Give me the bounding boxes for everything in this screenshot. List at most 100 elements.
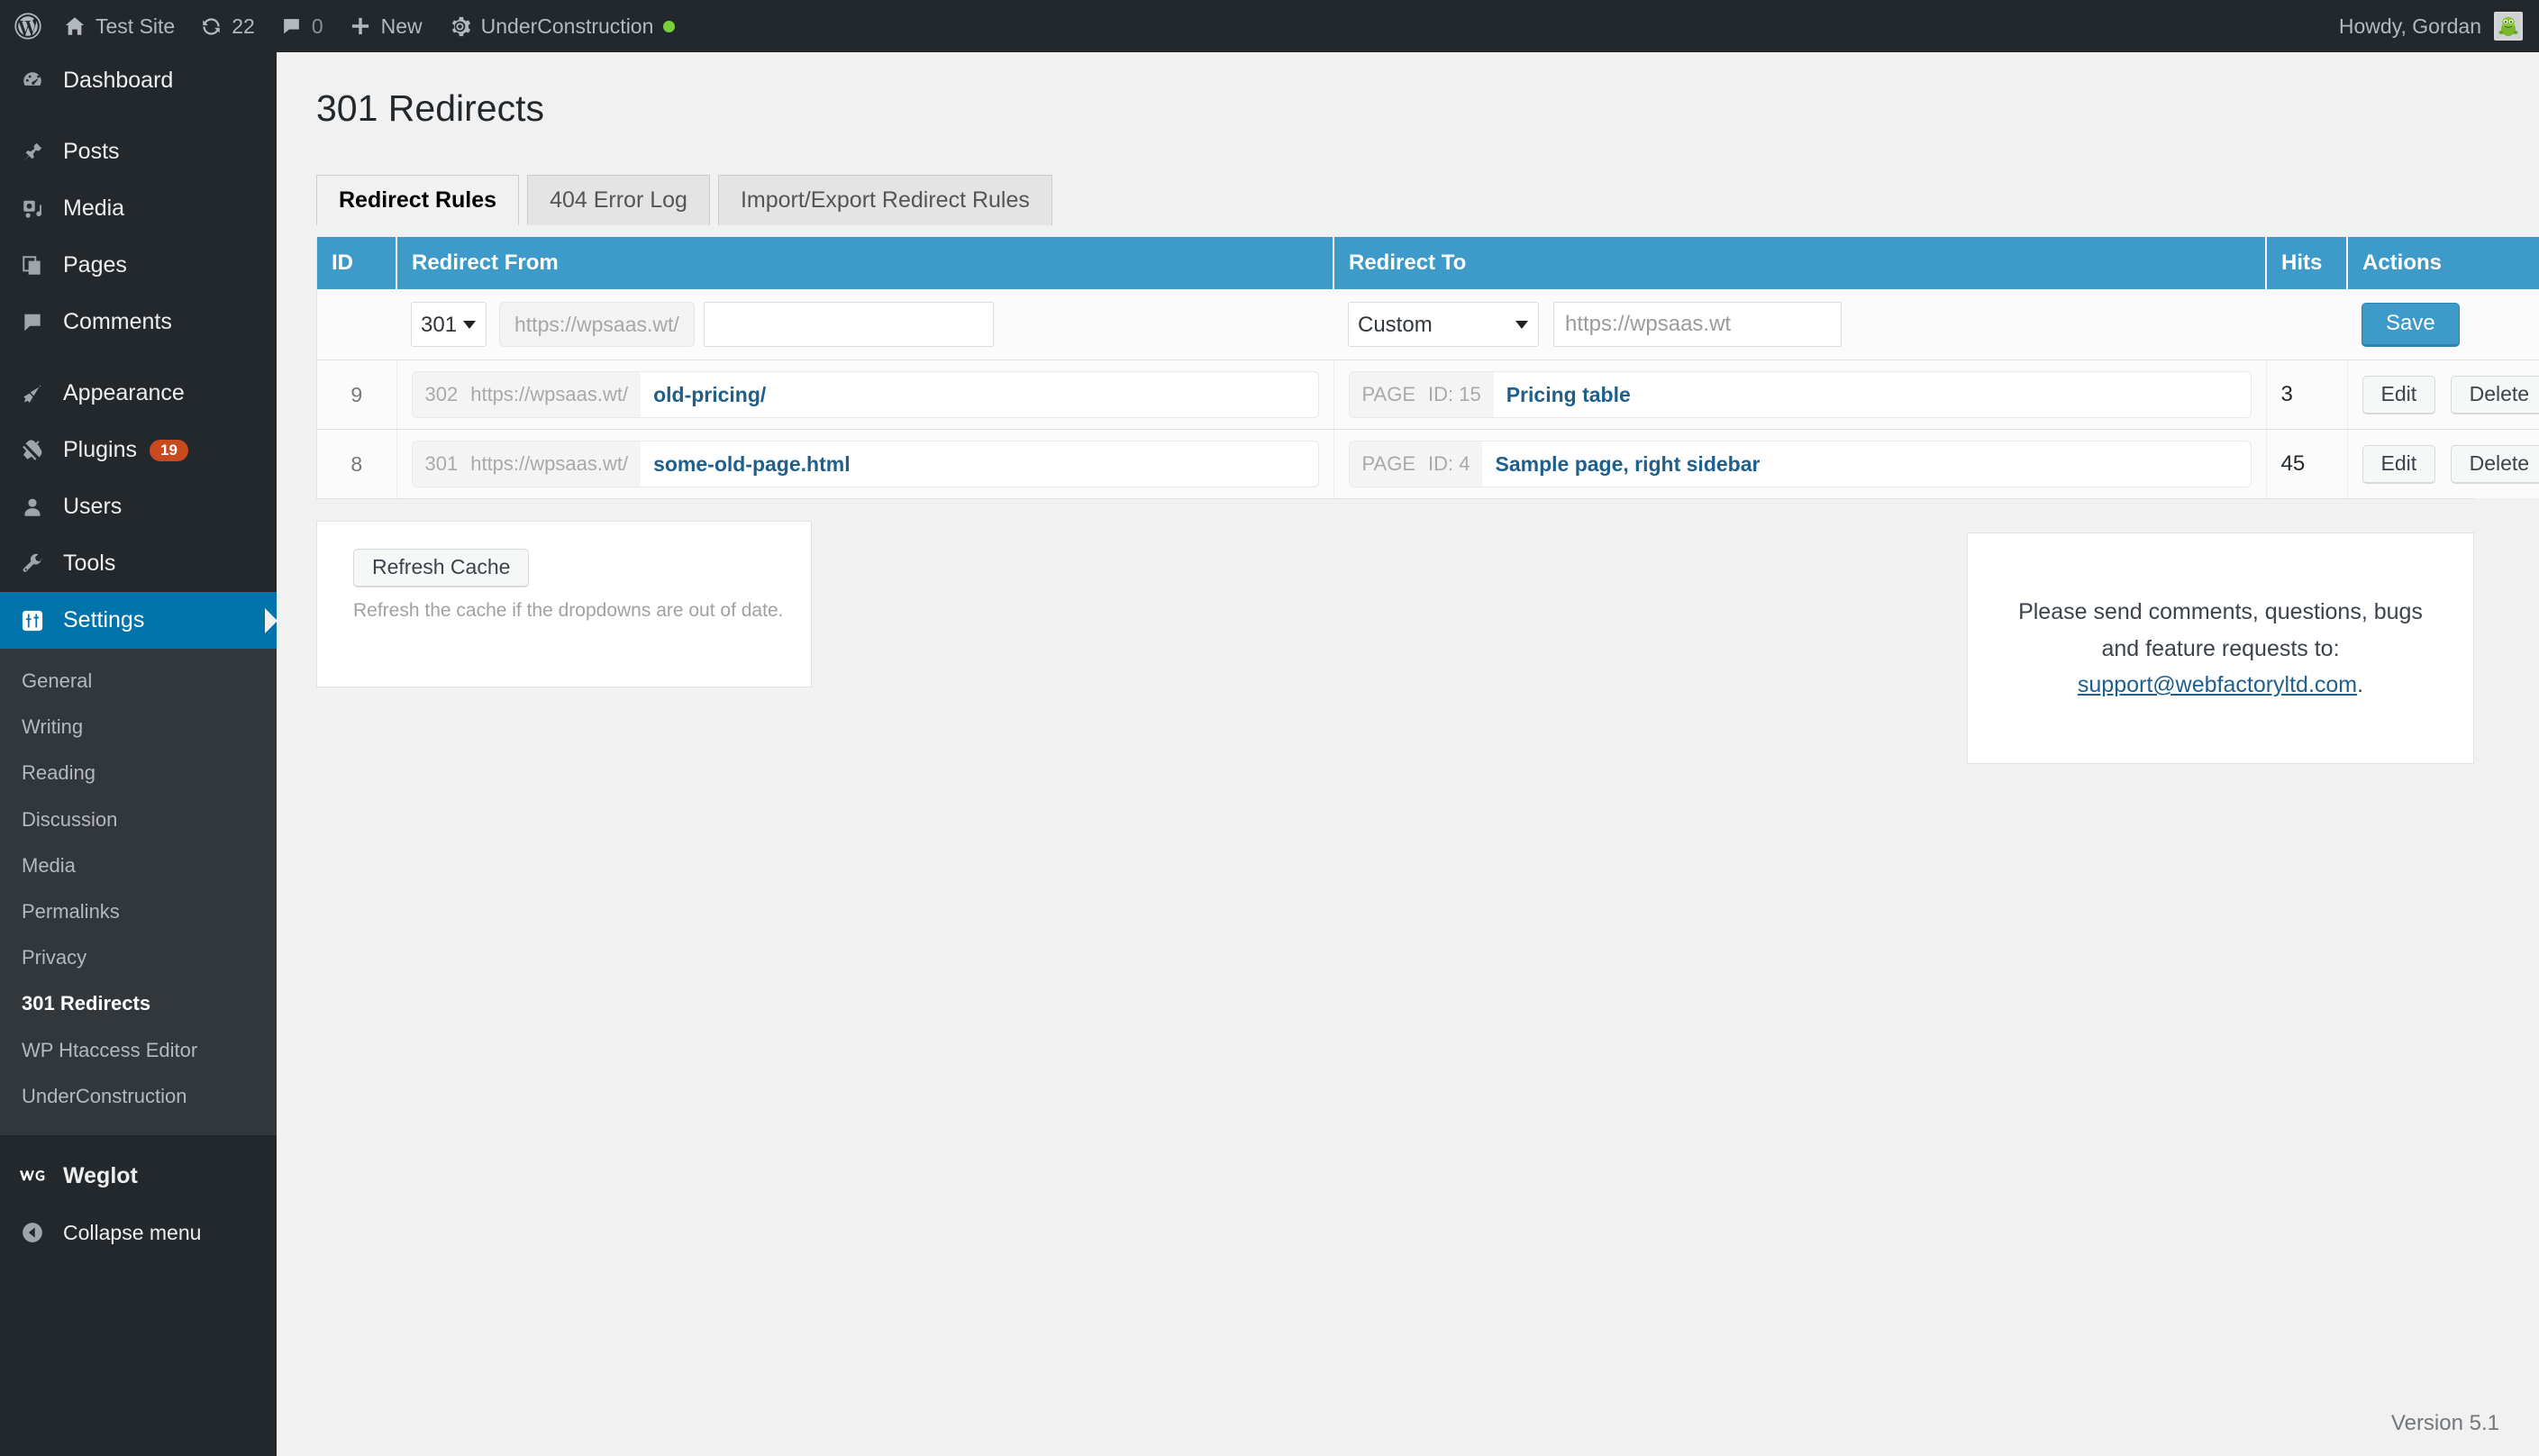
sidebar-item-users[interactable]: Users xyxy=(0,478,277,535)
target-type-select[interactable]: CustomPagePostCategoryTag xyxy=(1348,302,1539,348)
underconstruction-button[interactable]: UnderConstruction xyxy=(435,0,688,52)
sidebar-item-label: Tools xyxy=(63,551,116,576)
page-title: 301 Redirects xyxy=(316,87,544,129)
delete-button[interactable]: Delete xyxy=(2450,375,2539,414)
column-header-from: Redirect From xyxy=(396,237,1334,290)
wordpress-logo-button[interactable] xyxy=(0,0,50,52)
submenu-item-wp-htaccess-editor[interactable]: WP Htaccess Editor xyxy=(0,1027,277,1073)
from-field[interactable]: 302 https://wpsaas.wt/ old-pricing/ xyxy=(411,371,1319,419)
sidebar-item-label: Pages xyxy=(63,252,127,278)
redirect-rules-table: ID Redirect From Redirect To Hits Action… xyxy=(317,237,2539,499)
admin-sidebar: Dashboard Posts Media Pages Comments App… xyxy=(0,52,278,1456)
support-email-link[interactable]: support@webfactoryltd.com xyxy=(2078,672,2357,697)
wordpress-logo-icon xyxy=(14,13,41,40)
to-field[interactable]: PAGE ID: 15 Pricing table xyxy=(1348,371,2252,419)
redirect-rules-table-wrapper: ID Redirect From Redirect To Hits Action… xyxy=(316,237,2539,500)
sidebar-item-posts[interactable]: Posts xyxy=(0,123,277,180)
sidebar-item-label: Plugins xyxy=(63,437,137,462)
plug-icon xyxy=(16,439,49,462)
sidebar-item-plugins[interactable]: Plugins 19 xyxy=(0,422,277,478)
sidebar-item-comments[interactable]: Comments xyxy=(0,294,277,350)
tab-import-export-redirect-rules[interactable]: Import/Export Redirect Rules xyxy=(717,175,1052,226)
to-type-label: PAGE xyxy=(1361,452,1416,476)
sidebar-item-label: Settings xyxy=(63,607,145,632)
from-field[interactable]: 301 https://wpsaas.wt/ some-old-page.htm… xyxy=(411,441,1319,488)
row-to-cell: PAGE ID: 15 Pricing table xyxy=(1333,359,2267,431)
save-button[interactable]: Save xyxy=(2362,302,2460,347)
home-icon xyxy=(63,14,86,38)
delete-button[interactable]: Delete xyxy=(2450,444,2539,484)
sidebar-item-dashboard[interactable]: Dashboard xyxy=(0,52,277,109)
sidebar-item-appearance[interactable]: Appearance xyxy=(0,365,277,422)
support-text: Please send comments, questions, bugs an… xyxy=(1988,594,2453,704)
sidebar-item-weglot[interactable]: Weglot xyxy=(0,1148,277,1205)
sidebar-item-label: Comments xyxy=(63,309,172,334)
avatar[interactable] xyxy=(2494,12,2523,41)
refresh-cache-button[interactable]: Refresh Cache xyxy=(353,549,530,588)
dashboard-icon xyxy=(16,69,49,93)
sidebar-divider xyxy=(0,109,277,123)
collapse-menu-button[interactable]: Collapse menu xyxy=(0,1205,277,1261)
sidebar-item-label: Media xyxy=(63,196,125,221)
from-status-code: 302 xyxy=(424,383,459,406)
support-line-1: Please send comments, questions, bugs xyxy=(2018,599,2423,625)
status-indicator-dot xyxy=(663,20,676,32)
sidebar-item-settings[interactable]: Settings xyxy=(0,592,278,649)
submenu-item-general[interactable]: General xyxy=(0,658,277,704)
new-content-label: New xyxy=(380,14,423,38)
updates-count: 22 xyxy=(232,14,255,38)
edit-button[interactable]: Edit xyxy=(2362,444,2436,484)
howdy-label[interactable]: Howdy, Gordan xyxy=(2339,14,2481,39)
to-tags: PAGE ID: 15 xyxy=(1349,372,1494,418)
comments-button[interactable]: 0 xyxy=(268,0,336,52)
add-row-actions-cell: Save xyxy=(2347,289,2539,361)
updates-button[interactable]: 22 xyxy=(187,0,268,52)
sidebar-item-media[interactable]: Media xyxy=(0,180,277,237)
wrench-icon xyxy=(16,552,49,576)
submenu-item-reading[interactable]: Reading xyxy=(0,750,277,796)
submenu-item-media[interactable]: Media xyxy=(0,842,277,888)
sidebar-item-label: Posts xyxy=(63,139,120,164)
support-line-2: and feature requests to: xyxy=(2101,635,2340,661)
to-field[interactable]: PAGE ID: 4 Sample page, right sidebar xyxy=(1348,441,2252,488)
add-rule-row: 301302307 https://wpsaas.wt/ CustomPageP… xyxy=(317,289,2539,361)
updates-icon xyxy=(200,15,223,38)
to-id-label: ID: 4 xyxy=(1428,452,1470,476)
submenu-item-discussion[interactable]: Discussion xyxy=(0,796,277,842)
status-code-select-wrapper: 301302307 xyxy=(411,302,487,348)
row-from-cell: 302 https://wpsaas.wt/ old-pricing/ xyxy=(396,359,1334,431)
refresh-cache-hint: Refresh the cache if the dropdowns are o… xyxy=(353,600,784,622)
collapse-menu-label: Collapse menu xyxy=(63,1220,202,1244)
table-row: 9 302 https://wpsaas.wt/ old-pricing/ PA… xyxy=(317,359,2539,431)
new-content-button[interactable]: New xyxy=(336,0,435,52)
add-row-id-cell xyxy=(317,289,396,361)
column-header-to: Redirect To xyxy=(1333,237,2267,290)
row-hits: 45 xyxy=(2266,429,2348,499)
to-url-input[interactable] xyxy=(1553,302,1842,348)
site-name-button[interactable]: Test Site xyxy=(50,0,187,52)
submenu-item-writing[interactable]: Writing xyxy=(0,704,277,750)
sidebar-item-tools[interactable]: Tools xyxy=(0,535,277,592)
edit-button[interactable]: Edit xyxy=(2362,375,2436,414)
from-url-prefix: https://wpsaas.wt/ xyxy=(470,452,629,476)
submenu-item-permalinks[interactable]: Permalinks xyxy=(0,888,277,934)
status-code-select[interactable]: 301302307 xyxy=(411,302,487,348)
submenu-item-301-redirects[interactable]: 301 Redirects xyxy=(0,980,277,1026)
refresh-cache-panel: Refresh Cache Refresh the cache if the d… xyxy=(316,521,812,688)
sidebar-divider xyxy=(0,350,277,365)
column-header-id: ID xyxy=(317,237,397,290)
tab-redirect-rules[interactable]: Redirect Rules xyxy=(316,175,520,226)
from-tags: 301 https://wpsaas.wt/ xyxy=(412,441,642,487)
support-period: . xyxy=(2357,672,2364,698)
tab-bar: Redirect Rules 404 Error Log Import/Expo… xyxy=(316,173,2539,226)
submenu-item-underconstruction[interactable]: UnderConstruction xyxy=(0,1073,277,1119)
sidebar-item-label: Appearance xyxy=(63,380,185,405)
bottom-panels: Refresh Cache Refresh the cache if the d… xyxy=(316,521,2474,765)
tab-404-error-log[interactable]: 404 Error Log xyxy=(527,175,710,226)
comments-count: 0 xyxy=(311,14,323,38)
submenu-item-privacy[interactable]: Privacy xyxy=(0,934,277,980)
sidebar-item-pages[interactable]: Pages xyxy=(0,237,277,294)
sidebar-item-label: Dashboard xyxy=(63,68,174,93)
main-content: 301 Redirects Redirect Rules 404 Error L… xyxy=(277,52,2539,1456)
from-slug-input[interactable] xyxy=(703,302,994,348)
